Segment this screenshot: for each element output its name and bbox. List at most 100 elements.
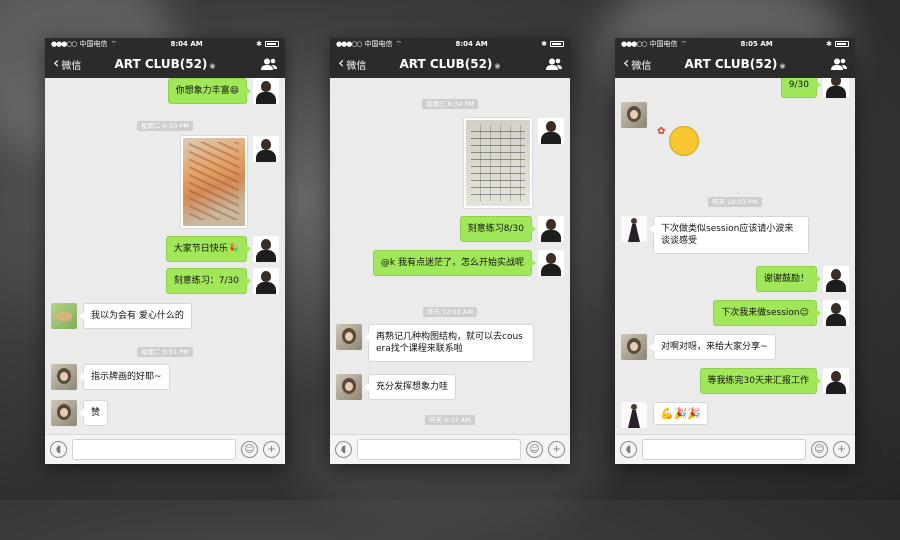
voice-icon[interactable]: ◖: [50, 441, 67, 458]
battery-icon: [835, 41, 849, 47]
mute-icon: ◉: [209, 62, 216, 70]
message: 下次我来做session😉: [713, 300, 849, 326]
input-bar: ◖ ☺ +: [330, 434, 570, 464]
message-bubble[interactable]: 谢谢鼓励！: [755, 266, 822, 292]
emoji-icon[interactable]: ☺: [526, 441, 543, 458]
message-bubble[interactable]: 下次做类似session应该请小波来谈谈感受: [649, 216, 809, 254]
message-bubble[interactable]: 赞: [78, 400, 109, 426]
nav-bar: ‹ 微信 ART CLUB(52) ◉: [330, 50, 570, 78]
message: [621, 102, 647, 128]
message: 等我练完30天来汇报工作: [699, 368, 849, 394]
carrier: 中国电信: [79, 40, 108, 48]
avatar[interactable]: [253, 136, 279, 162]
voice-icon[interactable]: ◖: [335, 441, 352, 458]
signal-icon: ●●●○○: [336, 40, 363, 48]
plus-icon[interactable]: +: [833, 441, 850, 458]
bluetooth-icon: ✱: [541, 40, 547, 48]
people-icon[interactable]: [546, 58, 562, 70]
avatar[interactable]: [336, 324, 362, 350]
flower-icon: ✿: [657, 126, 666, 137]
avatar[interactable]: [621, 402, 647, 428]
status-bar: ●●●○○ 中国电信 ⌔ 8:04 AM ✱: [45, 38, 285, 50]
back-label: 微信: [631, 60, 652, 72]
image-message[interactable]: [181, 136, 247, 228]
avatar[interactable]: [823, 300, 849, 326]
timestamp: 星期二 6:50 PM: [45, 120, 285, 131]
message-bubble[interactable]: 9/30: [780, 78, 822, 98]
avatar[interactable]: [51, 400, 77, 426]
message: 下次做类似session应该请小波来谈谈感受: [621, 216, 809, 254]
emoji-icon[interactable]: ☺: [241, 441, 258, 458]
timestamp: 星期二 9:01 PM: [45, 346, 285, 357]
message: 💪🎉🎉: [621, 402, 709, 428]
back-label: 微信: [346, 60, 367, 72]
message: 充分发挥想象力哇: [336, 374, 457, 400]
clock: 8:05 AM: [740, 40, 773, 48]
avatar[interactable]: [253, 268, 279, 294]
avatar[interactable]: [823, 368, 849, 394]
chat-area[interactable]: 星期三 6:34 PM 刻意练习8/30 @k 我有点迷茫了，怎么开始实战呢 昨…: [330, 78, 570, 434]
message-bubble[interactable]: 充分发挥想象力哇: [363, 374, 457, 400]
message: [464, 118, 564, 208]
plus-icon[interactable]: +: [548, 441, 565, 458]
avatar[interactable]: [823, 266, 849, 292]
message-bubble[interactable]: @k 我有点迷茫了，怎么开始实战呢: [372, 250, 537, 276]
chat-title-text: ART CLUB(52): [114, 57, 208, 71]
chat-area[interactable]: 9/30 ✿ 昨天 10:33 PM 下次做类似session应该请小波来谈谈感…: [615, 78, 855, 434]
plus-icon[interactable]: +: [263, 441, 280, 458]
timestamp: 昨天 10:33 PM: [615, 196, 855, 207]
message-input[interactable]: [72, 439, 236, 460]
carrier: 中国电信: [649, 40, 678, 48]
message-bubble[interactable]: 再熟记几种构图结构，就可以去cousera找个课程来联系啦: [364, 324, 534, 362]
voice-icon[interactable]: ◖: [620, 441, 637, 458]
message-bubble[interactable]: 下次我来做session😉: [713, 300, 821, 326]
message: 赞: [51, 400, 109, 426]
message: 我以为会有 爱心什么的: [51, 303, 192, 329]
emoji-icon[interactable]: ☺: [811, 441, 828, 458]
chevron-left-icon: ‹: [623, 53, 630, 72]
people-icon[interactable]: [831, 58, 847, 70]
avatar[interactable]: [336, 374, 362, 400]
message-bubble[interactable]: 刻意练习8/30: [459, 216, 537, 242]
avatar[interactable]: [51, 303, 77, 329]
message: 指示牌画的好耶~: [51, 364, 170, 390]
avatar[interactable]: [51, 364, 77, 390]
avatar[interactable]: [538, 250, 564, 276]
avatar[interactable]: [621, 334, 647, 360]
nav-bar: ‹ 微信 ART CLUB(52) ◉: [45, 50, 285, 78]
chat-area[interactable]: 你想象力丰富😄 星期二 6:50 PM 大家节日快乐🎉 刻意练习：7/30 我以…: [45, 78, 285, 434]
wifi-icon: ⌔: [680, 39, 688, 48]
message-bubble[interactable]: 大家节日快乐🎉: [165, 236, 252, 262]
message-bubble[interactable]: 指示牌画的好耶~: [79, 364, 170, 390]
message-bubble[interactable]: 等我练完30天来汇报工作: [699, 368, 822, 394]
message-bubble[interactable]: 刻意练习：7/30: [165, 268, 252, 294]
back-button[interactable]: ‹ 微信: [338, 55, 367, 72]
message-bubble[interactable]: 我以为会有 爱心什么的: [79, 303, 192, 329]
avatar[interactable]: [621, 102, 647, 128]
status-bar: ●●●○○ 中国电信 ⌔ 8:05 AM ✱: [615, 38, 855, 50]
bluetooth-icon: ✱: [256, 40, 262, 48]
emoji-message[interactable]: 💪🎉🎉: [653, 402, 709, 425]
chevron-left-icon: ‹: [53, 53, 60, 72]
avatar[interactable]: [823, 78, 849, 98]
avatar[interactable]: [538, 118, 564, 144]
avatar[interactable]: [621, 216, 647, 242]
message: @k 我有点迷茫了，怎么开始实战呢: [372, 250, 564, 276]
people-icon[interactable]: [261, 58, 277, 70]
avatar[interactable]: [538, 216, 564, 242]
avatar[interactable]: [253, 236, 279, 262]
back-label: 微信: [61, 60, 82, 72]
sticker-image[interactable]: ✿: [657, 122, 699, 160]
message-input[interactable]: [357, 439, 521, 460]
image-message[interactable]: [464, 118, 532, 208]
avatar[interactable]: [253, 78, 279, 104]
status-bar: ●●●○○ 中国电信 ⌔ 8:04 AM ✱: [330, 38, 570, 50]
signal-icon: ●●●○○: [621, 40, 648, 48]
signal-icon: ●●●○○: [51, 40, 78, 48]
message-bubble[interactable]: 对啊对呀，来给大家分享~: [649, 334, 776, 360]
message-bubble[interactable]: 你想象力丰富😄: [167, 78, 252, 104]
back-button[interactable]: ‹ 微信: [623, 53, 652, 72]
message-input[interactable]: [642, 439, 806, 460]
back-button[interactable]: ‹ 微信: [53, 53, 82, 72]
message: 谢谢鼓励！: [755, 266, 849, 292]
